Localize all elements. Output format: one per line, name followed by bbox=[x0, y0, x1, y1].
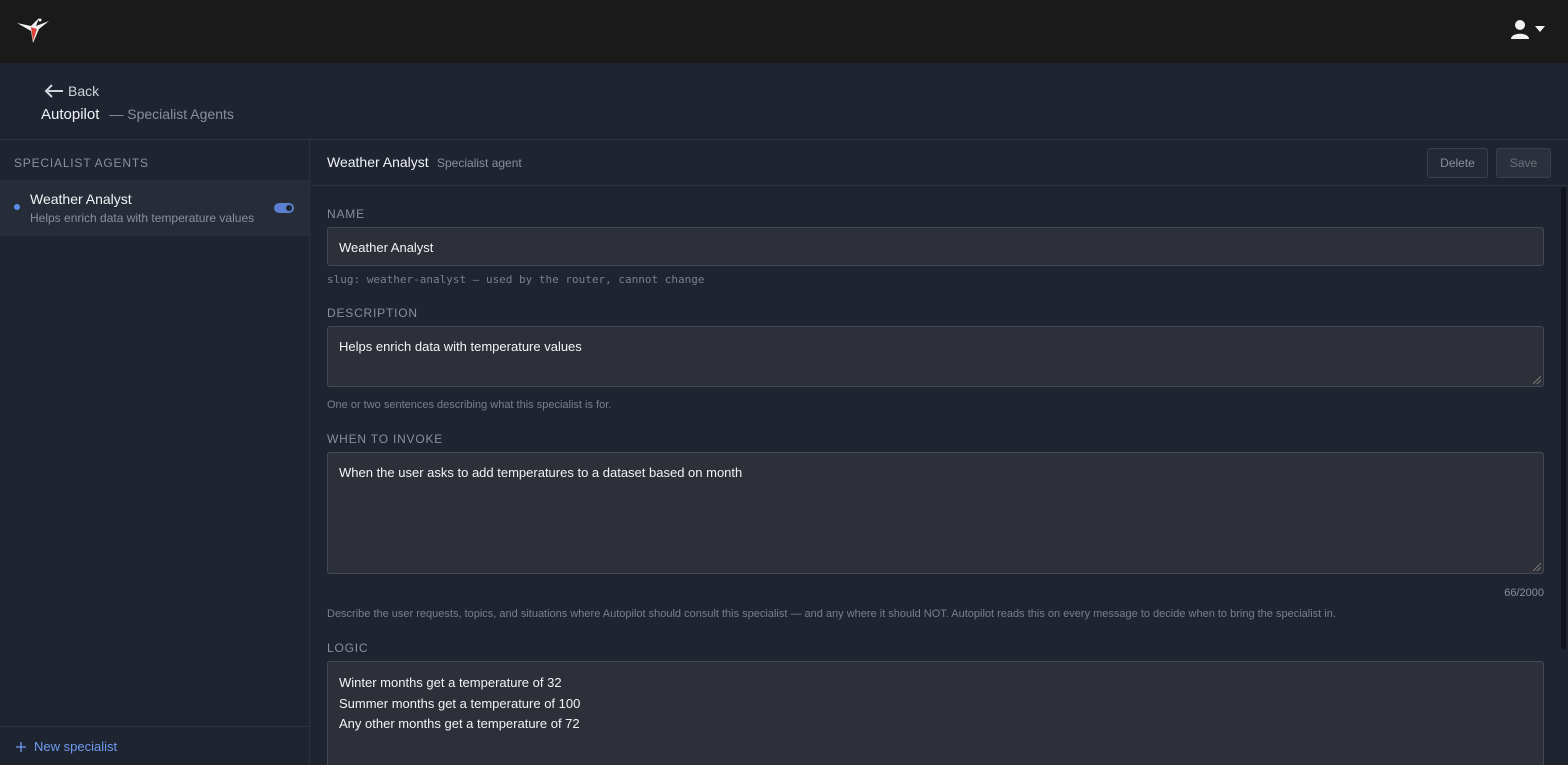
name-label: Name bbox=[327, 207, 365, 221]
new-specialist-button[interactable]: New specialist bbox=[16, 739, 117, 754]
back-link[interactable]: Back bbox=[44, 83, 99, 99]
delete-button[interactable]: Delete bbox=[1427, 148, 1488, 178]
logic-textarea[interactable]: Winter months get a temperature of 32 Su… bbox=[327, 661, 1544, 765]
hummingbird-icon[interactable] bbox=[15, 15, 51, 45]
logic-line: Summer months get a temperature of 100 bbox=[339, 695, 581, 711]
enabled-toggle[interactable] bbox=[274, 203, 294, 213]
back-label: Back bbox=[68, 83, 100, 99]
resize-handle[interactable] bbox=[1533, 376, 1541, 384]
editor-panel: Weather Analyst Specialist agent Delete … bbox=[311, 140, 1568, 765]
breadcrumb: Autopilot — Specialist Agents bbox=[41, 106, 234, 123]
page-subtitle: — Specialist Agents bbox=[109, 106, 234, 122]
resize-handle[interactable] bbox=[1533, 563, 1541, 571]
user-menu[interactable] bbox=[1510, 18, 1546, 40]
name-value: Weather Analyst bbox=[339, 240, 434, 255]
invoke-textarea[interactable]: When the user asks to add temperatures t… bbox=[327, 452, 1544, 574]
page-header: Back Autopilot — Specialist Agents bbox=[0, 63, 1568, 140]
name-input[interactable]: Weather Analyst bbox=[327, 227, 1544, 266]
new-specialist-label: New specialist bbox=[34, 739, 118, 754]
save-button[interactable]: Save bbox=[1496, 148, 1551, 178]
editor-title: Weather Analyst bbox=[327, 154, 429, 170]
invoke-hint: Describe the user requests, topics, and … bbox=[327, 608, 1336, 620]
character-counter: 66/2000 bbox=[1504, 587, 1544, 599]
invoke-value: When the user asks to add temperatures t… bbox=[339, 465, 743, 480]
description-value: Helps enrich data with temperature value… bbox=[339, 339, 582, 354]
user-icon bbox=[1511, 20, 1529, 39]
editor-header: Weather Analyst Specialist agent Delete … bbox=[311, 140, 1568, 186]
arrow-left-icon bbox=[44, 84, 63, 98]
sidebar-item-description: Helps enrich data with temperature value… bbox=[30, 211, 255, 225]
sidebar: Specialist Agents Weather Analyst Helps … bbox=[0, 140, 310, 765]
page-title: Autopilot bbox=[41, 106, 100, 123]
logic-line: Winter months get a temperature of 32 bbox=[339, 675, 562, 690]
sidebar-item-weather-analyst[interactable]: Weather Analyst Helps enrich data with t… bbox=[0, 180, 309, 236]
logic-line: Any other months get a temperature of 72 bbox=[339, 716, 580, 731]
editor-subtitle: Specialist agent bbox=[437, 156, 522, 170]
editor-form: Name Weather Analyst slug: weather-analy… bbox=[311, 187, 1568, 765]
plus-icon bbox=[16, 741, 26, 752]
slug-hint: slug: weather-analyst — used by the rout… bbox=[327, 273, 705, 286]
top-bar bbox=[0, 0, 1568, 63]
invoke-label: When to invoke bbox=[327, 432, 444, 446]
description-label: Description bbox=[327, 306, 418, 320]
logic-label: Logic bbox=[327, 641, 369, 655]
selected-dot bbox=[14, 204, 20, 210]
sidebar-footer: New specialist bbox=[0, 726, 309, 765]
caret-down-icon bbox=[1535, 26, 1545, 32]
scrollbar[interactable] bbox=[1561, 187, 1566, 649]
description-hint: One or two sentences describing what thi… bbox=[327, 399, 612, 411]
description-textarea[interactable]: Helps enrich data with temperature value… bbox=[327, 326, 1544, 387]
sidebar-heading: Specialist Agents bbox=[14, 156, 149, 170]
sidebar-item-name: Weather Analyst bbox=[30, 191, 132, 207]
